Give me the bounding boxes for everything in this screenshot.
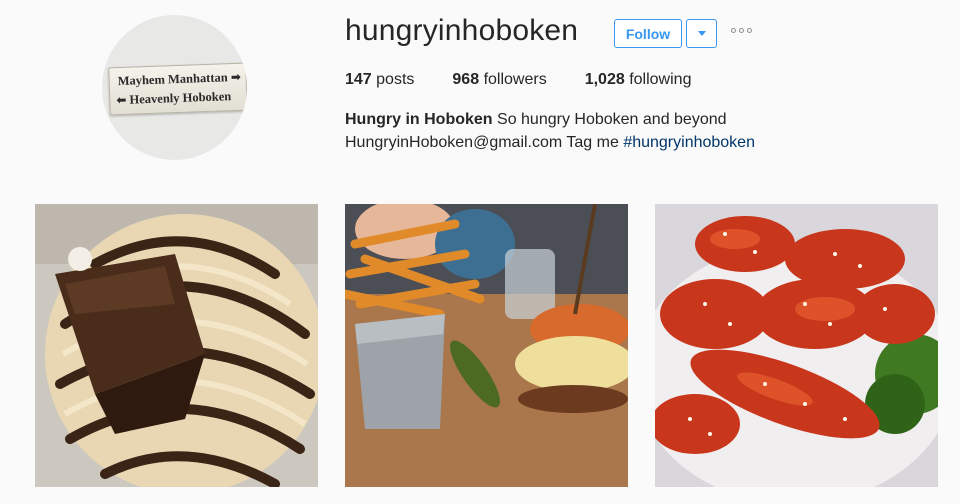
arrow-left-icon: ⬅ xyxy=(116,92,127,108)
followers-link[interactable]: 968 followers xyxy=(452,71,546,89)
profile-avatar[interactable]: Mayhem Manhattan ➡ ⬅ Heavenly Hoboken xyxy=(102,15,247,160)
arrow-right-icon: ➡ xyxy=(230,69,242,85)
burger-fries-photo-icon xyxy=(345,204,628,487)
sign-line-2: ⬅ Heavenly Hoboken xyxy=(116,88,247,108)
sign-line-2-text: Heavenly Hoboken xyxy=(129,89,232,107)
profile-full-name: Hungry in Hoboken xyxy=(345,111,493,128)
suggestions-dropdown-button[interactable] xyxy=(686,19,717,48)
avatar-street-sign: Mayhem Manhattan ➡ ⬅ Heavenly Hoboken xyxy=(108,62,247,116)
posts-count-label: posts xyxy=(376,71,415,88)
post-thumbnail-cupcake[interactable] xyxy=(35,204,318,487)
posts-count: 147 posts xyxy=(345,71,414,89)
following-count-number: 1,028 xyxy=(584,71,625,88)
bio-tag-text: Tag me xyxy=(566,134,619,151)
post-thumbnail-chicken[interactable] xyxy=(655,204,938,487)
followers-count-label: followers xyxy=(483,71,547,88)
following-link[interactable]: 1,028 following xyxy=(585,71,692,89)
bio-line-2: HungryinHoboken@gmail.com Tag me #hungry… xyxy=(345,134,755,152)
more-options-icon[interactable] xyxy=(731,28,752,33)
chevron-down-icon xyxy=(697,31,706,36)
post-thumbnail-burger[interactable] xyxy=(345,204,628,487)
sesame-chicken-photo-icon xyxy=(655,204,938,487)
sign-line-1: Mayhem Manhattan ➡ xyxy=(117,69,247,89)
hashtag-link[interactable]: #hungryinhoboken xyxy=(623,134,755,151)
followers-count-number: 968 xyxy=(452,71,480,88)
bio-tagline: So hungry Hoboken and beyond xyxy=(497,111,727,128)
sign-line-1-text: Mayhem Manhattan xyxy=(117,70,228,89)
follow-button[interactable]: Follow xyxy=(614,19,682,48)
following-count-label: following xyxy=(629,71,692,88)
profile-username: hungryinhoboken xyxy=(345,14,579,47)
bio-line-1: Hungry in Hoboken So hungry Hoboken and … xyxy=(345,111,727,129)
bio-email: HungryinHoboken@gmail.com xyxy=(345,134,563,151)
cupcake-photo-icon xyxy=(35,204,318,487)
profile-stats: 147 posts 968 followers 1,028 following xyxy=(345,71,729,89)
posts-count-number: 147 xyxy=(345,71,372,88)
